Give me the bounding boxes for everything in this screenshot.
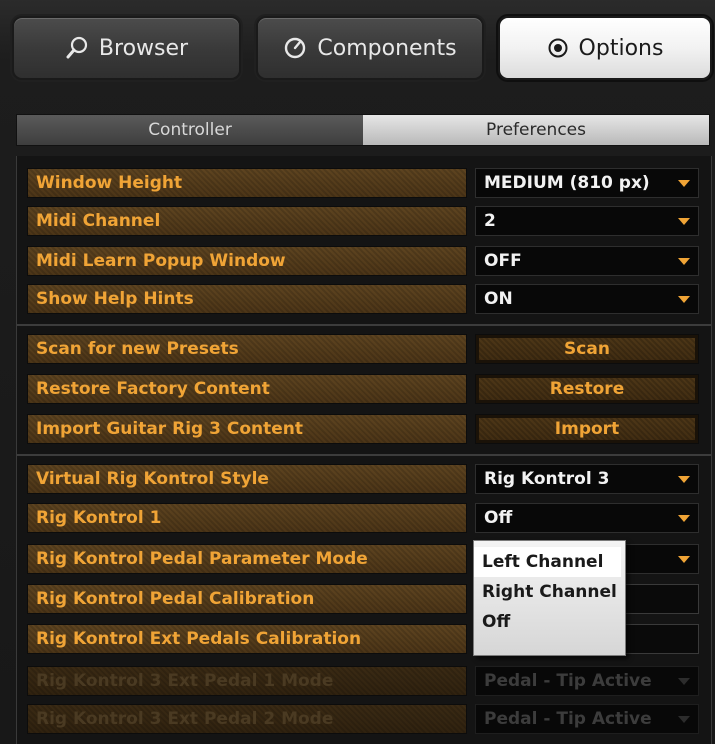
- radio-circle-icon: [547, 37, 569, 59]
- setting-row-scan-presets: Scan for new Presets Scan: [27, 334, 699, 366]
- midi-channel-dropdown[interactable]: 2: [475, 206, 699, 236]
- setting-row-virtual-rk-style: Virtual Rig Kontrol Style Rig Kontrol 3: [27, 464, 699, 496]
- section-divider: [17, 324, 711, 326]
- tab-browser[interactable]: Browser: [12, 16, 241, 80]
- scan-button[interactable]: Scan: [475, 334, 699, 364]
- tab-components-label: Components: [317, 35, 457, 61]
- tab-preferences[interactable]: Preferences: [363, 115, 709, 145]
- setting-row-show-help-hints: Show Help Hints ON: [27, 284, 699, 316]
- dropdown-arrow-icon: [678, 218, 690, 225]
- popup-option-left-channel[interactable]: Left Channel: [474, 547, 621, 577]
- top-tab-bar: Browser Components Options: [12, 16, 712, 80]
- popup-option-right-channel[interactable]: Right Channel: [474, 577, 625, 607]
- tab-options[interactable]: Options: [498, 16, 712, 80]
- setting-label: Rig Kontrol 3 Ext Pedal 2 Mode: [27, 704, 467, 734]
- setting-row-rk3-ext-pedal-1-mode: Rig Kontrol 3 Ext Pedal 1 Mode Pedal - T…: [27, 666, 699, 698]
- restore-button[interactable]: Restore: [475, 374, 699, 404]
- setting-label: Rig Kontrol 3 Ext Pedal 1 Mode: [27, 666, 467, 696]
- import-button[interactable]: Import: [475, 414, 699, 444]
- show-help-hints-dropdown[interactable]: ON: [475, 284, 699, 314]
- dropdown-value: MEDIUM (810 px): [484, 173, 650, 193]
- virtual-rk-style-dropdown[interactable]: Rig Kontrol 3: [475, 464, 699, 494]
- pedal-param-mode-popup: Left Channel Right Channel Off: [473, 540, 626, 656]
- dropdown-value: Off: [484, 508, 513, 528]
- setting-label: Restore Factory Content: [27, 374, 467, 404]
- dropdown-arrow-icon: [678, 556, 690, 563]
- dropdown-value: ON: [484, 289, 513, 309]
- tab-components[interactable]: Components: [256, 16, 484, 80]
- setting-label: Rig Kontrol 1: [27, 503, 467, 533]
- setting-row-window-height: Window Height MEDIUM (810 px): [27, 168, 699, 200]
- dropdown-value: Rig Kontrol 3: [484, 469, 610, 489]
- dropdown-arrow-icon: [678, 296, 690, 303]
- setting-row-midi-learn-popup: Midi Learn Popup Window OFF: [27, 246, 699, 278]
- dropdown-arrow-icon: [678, 515, 690, 522]
- setting-row-restore-factory: Restore Factory Content Restore: [27, 374, 699, 406]
- dropdown-arrow-icon: [678, 258, 690, 265]
- dropdown-arrow-icon: [678, 476, 690, 483]
- window-height-dropdown[interactable]: MEDIUM (810 px): [475, 168, 699, 198]
- tab-preferences-label: Preferences: [486, 120, 586, 140]
- dropdown-value: Pedal - Tip Active: [484, 671, 652, 691]
- setting-row-midi-channel: Midi Channel 2: [27, 206, 699, 238]
- tab-controller[interactable]: Controller: [17, 115, 363, 145]
- dropdown-value: Pedal - Tip Active: [484, 709, 652, 729]
- tab-controller-label: Controller: [148, 120, 232, 140]
- setting-row-import-gr3: Import Guitar Rig 3 Content Import: [27, 414, 699, 446]
- midi-learn-popup-dropdown[interactable]: OFF: [475, 246, 699, 276]
- magnifier-icon: [65, 36, 89, 60]
- setting-row-rk3-ext-pedal-2-mode: Rig Kontrol 3 Ext Pedal 2 Mode Pedal - T…: [27, 704, 699, 736]
- setting-label: Rig Kontrol Ext Pedals Calibration: [27, 624, 467, 654]
- dropdown-arrow-icon: [678, 678, 690, 685]
- dropdown-value: 2: [484, 211, 496, 231]
- rk3-ext-pedal-2-mode-dropdown: Pedal - Tip Active: [475, 704, 699, 734]
- tab-browser-label: Browser: [98, 35, 189, 61]
- setting-label: Show Help Hints: [27, 284, 467, 314]
- setting-label: Virtual Rig Kontrol Style: [27, 464, 467, 494]
- tab-options-label: Options: [578, 35, 664, 61]
- setting-label: Midi Learn Popup Window: [27, 246, 467, 276]
- setting-label: Window Height: [27, 168, 467, 198]
- rig-kontrol-1-dropdown[interactable]: Off: [475, 503, 699, 533]
- dropdown-arrow-icon: [678, 716, 690, 723]
- setting-label: Midi Channel: [27, 206, 467, 236]
- rk3-ext-pedal-1-mode-dropdown: Pedal - Tip Active: [475, 666, 699, 696]
- sub-tab-bar: Controller Preferences: [16, 114, 710, 146]
- setting-label: Import Guitar Rig 3 Content: [27, 414, 467, 444]
- popup-option-off[interactable]: Off: [474, 607, 625, 637]
- options-panel-app: Browser Components Options Controller Pr…: [0, 0, 715, 744]
- dropdown-value: OFF: [484, 251, 522, 271]
- gauge-icon: [283, 36, 307, 60]
- setting-label: Rig Kontrol Pedal Parameter Mode: [27, 544, 467, 574]
- setting-row-rig-kontrol-1: Rig Kontrol 1 Off: [27, 503, 699, 535]
- dropdown-arrow-icon: [678, 180, 690, 187]
- section-divider: [17, 454, 711, 456]
- setting-label: Scan for new Presets: [27, 334, 467, 364]
- setting-label: Rig Kontrol Pedal Calibration: [27, 584, 467, 614]
